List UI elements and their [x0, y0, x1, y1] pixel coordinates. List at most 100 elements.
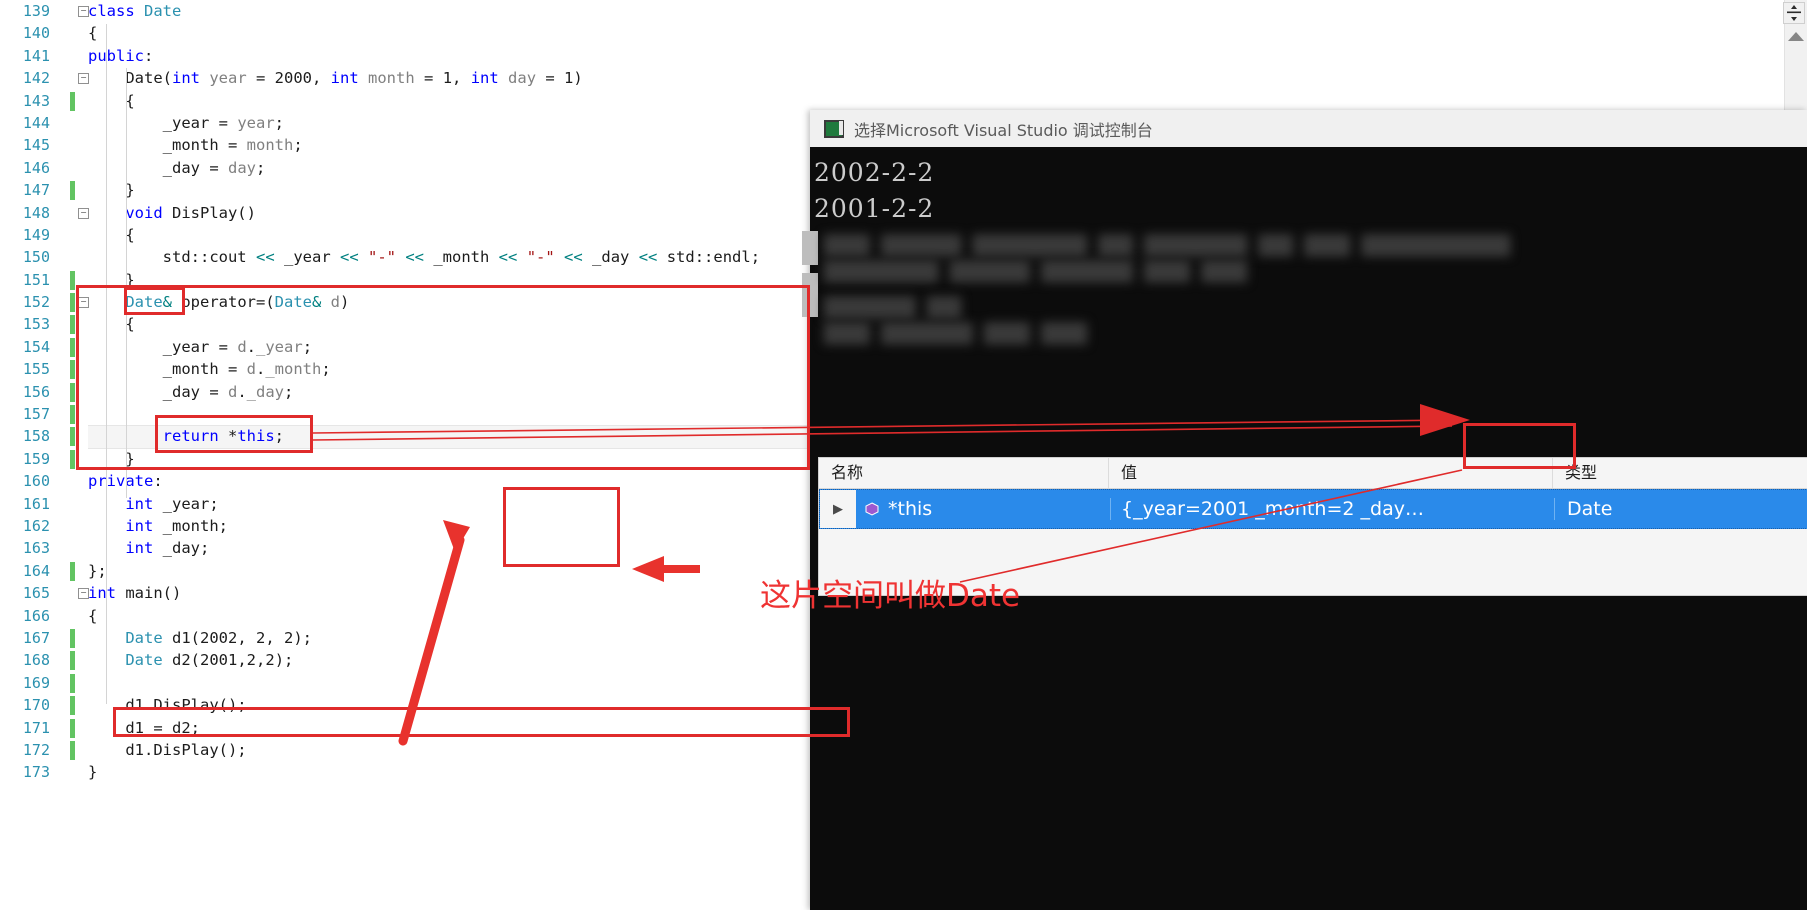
change-marker — [70, 91, 75, 111]
line-number: 165 — [22, 584, 50, 603]
annotation-box-empty-space — [503, 487, 620, 567]
code-line-text: void DisPlay() — [125, 203, 256, 222]
change-marker — [70, 628, 75, 648]
code-line[interactable]: 143 { — [0, 90, 1807, 112]
watch-cell-value[interactable]: {_year=2001 _month=2 _day… — [1110, 498, 1554, 520]
change-marker — [70, 360, 75, 380]
line-number: 151 — [22, 270, 50, 289]
line-number: 154 — [22, 337, 50, 356]
console-output: 2002-2-2 2001-2-2 — [810, 147, 1807, 227]
console-output-line: 2002-2-2 — [814, 158, 935, 187]
watch-column-type[interactable]: 类型 — [1553, 458, 1805, 488]
change-marker — [70, 718, 75, 738]
code-line[interactable]: 142− Date(int year = 2000, int month = 1… — [0, 67, 1807, 89]
code-line-text: { — [88, 24, 98, 43]
line-number: 160 — [22, 472, 50, 491]
code-line-text: _day = day; — [162, 158, 266, 177]
line-number: 158 — [22, 427, 50, 446]
watch-name-text: *this — [888, 498, 933, 520]
line-number: 173 — [22, 763, 50, 782]
line-number: 156 — [22, 382, 50, 401]
console-title-bar[interactable]: 选择Microsoft Visual Studio 调试控制台 — [810, 110, 1807, 147]
console-output-line: 2001-2-2 — [814, 194, 935, 223]
watch-cell-type[interactable]: Date — [1554, 498, 1806, 520]
row-expander-icon[interactable]: ▶ — [820, 490, 856, 528]
annotation-box-type-date — [1463, 423, 1576, 469]
annotation-box-date-ref — [124, 287, 185, 315]
console-blurred-line: ████ ███████ ██████████ ███ █████████ ██… — [824, 235, 1511, 257]
line-number: 148 — [22, 203, 50, 222]
change-marker — [70, 181, 75, 201]
annotation-note-text: 这片空间叫做Date — [760, 578, 1021, 614]
code-line-text: int _month; — [125, 516, 228, 535]
code-line-text: int main() — [88, 584, 182, 603]
console-title-text: 选择Microsoft Visual Studio 调试控制台 — [854, 120, 1153, 140]
change-marker — [70, 405, 75, 425]
change-marker — [70, 651, 75, 671]
line-number: 163 — [22, 539, 50, 558]
line-number: 167 — [22, 628, 50, 647]
change-marker — [70, 449, 75, 469]
line-number: 164 — [22, 561, 50, 580]
line-number: 169 — [22, 673, 50, 692]
line-number: 143 — [22, 91, 50, 110]
code-line-text: }; — [88, 561, 107, 580]
line-number: 168 — [22, 651, 50, 670]
line-number: 166 — [22, 606, 50, 625]
change-marker — [70, 740, 75, 760]
line-number: 147 — [22, 181, 50, 200]
code-line-text: class Date — [88, 2, 182, 20]
table-row[interactable]: ▶ *this {_year=2001 _month=2 _day… Date — [819, 489, 1807, 529]
change-marker — [70, 382, 75, 402]
watch-column-name[interactable]: 名称 — [819, 458, 1109, 488]
change-marker — [70, 337, 75, 357]
watch-header-row: 名称 值 类型 — [819, 458, 1807, 489]
code-line-text: public: — [88, 46, 154, 65]
code-line[interactable]: 139− class Date — [0, 0, 1807, 22]
change-marker — [70, 427, 75, 447]
line-number: 150 — [22, 248, 50, 267]
scroll-up-icon[interactable] — [1788, 32, 1804, 41]
console-blurred-line: ████ ████████ ████ ████ — [824, 323, 1088, 345]
code-line[interactable]: 141 public: — [0, 45, 1807, 67]
line-number: 170 — [22, 696, 50, 715]
change-marker — [70, 315, 75, 335]
code-line-text: Date d1(2002, 2, 2); — [125, 628, 313, 647]
console-app-icon — [824, 119, 844, 138]
line-number: 162 — [22, 516, 50, 535]
change-marker — [70, 293, 75, 313]
code-line-text: std::cout << _year << "-" << _month << "… — [162, 248, 761, 267]
line-number: 155 — [22, 360, 50, 379]
code-line-text: } — [88, 763, 98, 782]
line-number: 139 — [22, 2, 50, 20]
line-number: 149 — [22, 225, 50, 244]
code-line[interactable]: 140 { — [0, 22, 1807, 44]
line-number: 142 — [22, 69, 50, 88]
line-number: 153 — [22, 315, 50, 334]
object-variable-icon — [864, 502, 880, 516]
code-line-text: Date(int year = 2000, int month = 1, int… — [125, 69, 583, 88]
change-marker — [70, 673, 75, 693]
code-line-text: { — [125, 91, 135, 110]
console-blurred-line: ██████████ ███████ ████████ ████ ████ — [824, 261, 1248, 283]
code-line-text: int _year; — [125, 494, 219, 513]
change-marker — [70, 561, 75, 581]
line-number: 159 — [22, 449, 50, 468]
line-number: 144 — [22, 113, 50, 132]
annotation-box-return-this — [155, 415, 313, 453]
line-number: 157 — [22, 405, 50, 424]
line-number: 152 — [22, 293, 50, 312]
watch-cell-name[interactable]: *this — [856, 498, 1110, 520]
annotation-box-assignment — [113, 707, 850, 737]
change-marker — [70, 696, 75, 716]
split-view-icon[interactable] — [1783, 2, 1805, 24]
code-line-text: _year = year; — [162, 113, 284, 132]
line-number: 172 — [22, 740, 50, 759]
line-number: 140 — [22, 24, 50, 43]
code-line-text: } — [125, 181, 135, 200]
console-blurred-line: ████████ ███ — [824, 297, 962, 319]
line-number: 171 — [22, 718, 50, 737]
line-number: 141 — [22, 46, 50, 65]
line-number: 145 — [22, 136, 50, 155]
code-line-text: _month = month; — [162, 136, 303, 155]
